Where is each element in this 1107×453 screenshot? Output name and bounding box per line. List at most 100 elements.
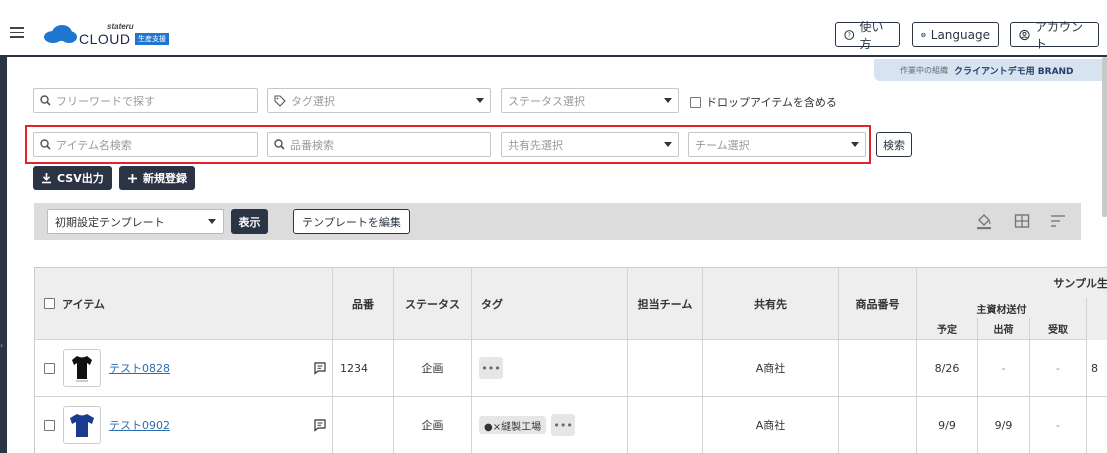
header-shipped[interactable]: 出荷 — [978, 318, 1030, 340]
include-drop-checkbox[interactable]: ドロップアイテムを含める — [690, 94, 837, 110]
row-code — [839, 340, 917, 397]
header-status[interactable]: ステータス — [394, 268, 472, 340]
row-share: A商社 — [703, 397, 839, 453]
row-shipped: 9/9 — [978, 397, 1030, 453]
svg-text:?: ? — [848, 32, 851, 39]
template-selected: 初期設定テンプレート — [55, 215, 165, 229]
row-code — [839, 397, 917, 453]
header-item[interactable]: アイテム — [35, 268, 333, 340]
account-label: アカウント — [1035, 19, 1084, 51]
show-button[interactable]: 表示 — [231, 209, 268, 234]
paint-bucket-icon[interactable] — [975, 212, 993, 230]
template-select[interactable]: 初期設定テンプレート — [47, 209, 224, 234]
row-team — [628, 397, 703, 453]
more-tags-button[interactable]: ••• — [479, 357, 503, 379]
brand-tag: 生産支援 — [135, 33, 169, 45]
status-select[interactable]: ステータス選択 — [501, 88, 679, 113]
team-select[interactable]: チーム選択 — [688, 132, 866, 157]
grid-layout-icon[interactable] — [1013, 212, 1031, 230]
product-no-placeholder: 品番検索 — [290, 138, 334, 152]
header-sample-group: サンプル生 — [917, 268, 1107, 298]
select-all-checkbox[interactable] — [44, 298, 55, 309]
header-main-material: 主資材送付 — [917, 298, 1087, 318]
header-sample-group-label: サンプル生 — [1053, 277, 1107, 290]
black-tshirt-image — [72, 356, 92, 382]
header-product-no[interactable]: 品番 — [333, 268, 394, 340]
comment-icon[interactable] — [313, 361, 327, 375]
item-name-search-input[interactable]: アイテム名検索 — [33, 132, 258, 157]
product-no-search-input[interactable]: 品番検索 — [267, 132, 491, 157]
csv-label: CSV出力 — [57, 172, 104, 185]
freeword-search-input[interactable]: フリーワードで探す — [33, 88, 258, 113]
chevron-down-icon — [851, 142, 859, 147]
globe-icon — [921, 32, 926, 37]
help-label: 使い方 — [859, 19, 884, 51]
new-register-button[interactable]: 新規登録 — [119, 166, 195, 190]
search-icon — [274, 139, 285, 150]
row-checkbox[interactable] — [44, 362, 55, 374]
share-placeholder: 共有先選択 — [508, 138, 563, 152]
header-received[interactable]: 受取 — [1030, 318, 1087, 340]
row-shipped: - — [978, 340, 1030, 397]
side-strip[interactable]: › — [0, 57, 7, 453]
header-tag[interactable]: タグ — [472, 268, 628, 340]
row-product-no — [333, 397, 394, 453]
brand-main: CLOUD — [79, 31, 131, 47]
freeword-placeholder: フリーワードで探す — [56, 94, 155, 108]
row-team — [628, 340, 703, 397]
expand-arrow-icon[interactable]: › — [0, 341, 3, 350]
brand-small: stateru — [107, 22, 134, 31]
row-status: 企画 — [394, 340, 472, 397]
language-label: Language — [930, 27, 990, 42]
cloud-logo-icon — [44, 25, 77, 43]
comment-icon[interactable] — [313, 418, 327, 432]
navy-tshirt-image — [70, 414, 94, 437]
row-status: 企画 — [394, 397, 472, 453]
checkbox-box[interactable] — [690, 96, 701, 108]
row-tags: ●×縫製工場 ••• — [472, 397, 628, 453]
org-banner: 作業中の組織 クライアントデモ用 BRAND — [874, 59, 1107, 81]
status-placeholder: ステータス選択 — [508, 94, 585, 108]
header-planned[interactable]: 予定 — [917, 318, 978, 340]
item-name-link[interactable]: テスト0828 — [109, 360, 170, 376]
share-select[interactable]: 共有先選択 — [501, 132, 679, 157]
page-scrollbar[interactable] — [1102, 57, 1107, 217]
search-button[interactable]: 検索 — [876, 132, 912, 157]
tag-select[interactable]: タグ選択 — [267, 88, 491, 113]
table-row[interactable]: テスト0902 — [35, 397, 333, 453]
menu-icon[interactable] — [10, 27, 24, 38]
new-label: 新規登録 — [143, 172, 187, 185]
language-button[interactable]: Language — [912, 22, 999, 47]
row-planned: 8/26 — [917, 340, 978, 397]
tag-placeholder: タグ選択 — [291, 94, 335, 108]
template-bar: 初期設定テンプレート 表示 テンプレートを編集 — [34, 203, 1081, 240]
include-drop-label: ドロップアイテムを含める — [706, 96, 837, 109]
header-share[interactable]: 共有先 — [703, 268, 839, 340]
sort-icon[interactable] — [1049, 212, 1067, 230]
account-icon — [1019, 29, 1030, 40]
org-prefix: 作業中の組織 — [900, 65, 948, 75]
tag-chip[interactable]: ●×縫製工場 — [479, 416, 547, 434]
csv-export-button[interactable]: CSV出力 — [33, 166, 112, 190]
plus-icon — [128, 173, 137, 183]
help-button[interactable]: ? 使い方 — [835, 20, 900, 51]
row-received: - — [1030, 340, 1087, 397]
tag-icon — [274, 94, 286, 107]
row-extra: 8 — [1087, 340, 1107, 397]
edit-template-button[interactable]: テンプレートを編集 — [293, 209, 410, 234]
header-team[interactable]: 担当チーム — [628, 268, 703, 340]
item-table: アイテム 品番 ステータス タグ 担当チーム 共有先 商品番号 サンプル生 主資… — [34, 267, 1107, 453]
app-logo[interactable]: stateru CLOUD 生産支援 — [43, 22, 183, 48]
download-icon — [42, 173, 51, 184]
table-header: アイテム 品番 ステータス タグ 担当チーム 共有先 商品番号 サンプル生 主資… — [35, 268, 1107, 340]
row-planned: 9/9 — [917, 397, 978, 453]
row-checkbox[interactable] — [44, 419, 55, 431]
table-row[interactable]: テスト0828 — [35, 340, 333, 397]
item-thumbnail[interactable] — [63, 406, 101, 444]
item-thumbnail[interactable] — [63, 349, 101, 387]
item-name-link[interactable]: テスト0902 — [109, 417, 170, 433]
account-button[interactable]: アカウント — [1010, 20, 1099, 51]
header-code[interactable]: 商品番号 — [839, 268, 917, 340]
header-item-label: アイテム — [62, 297, 105, 311]
more-tags-button[interactable]: ••• — [551, 414, 576, 436]
